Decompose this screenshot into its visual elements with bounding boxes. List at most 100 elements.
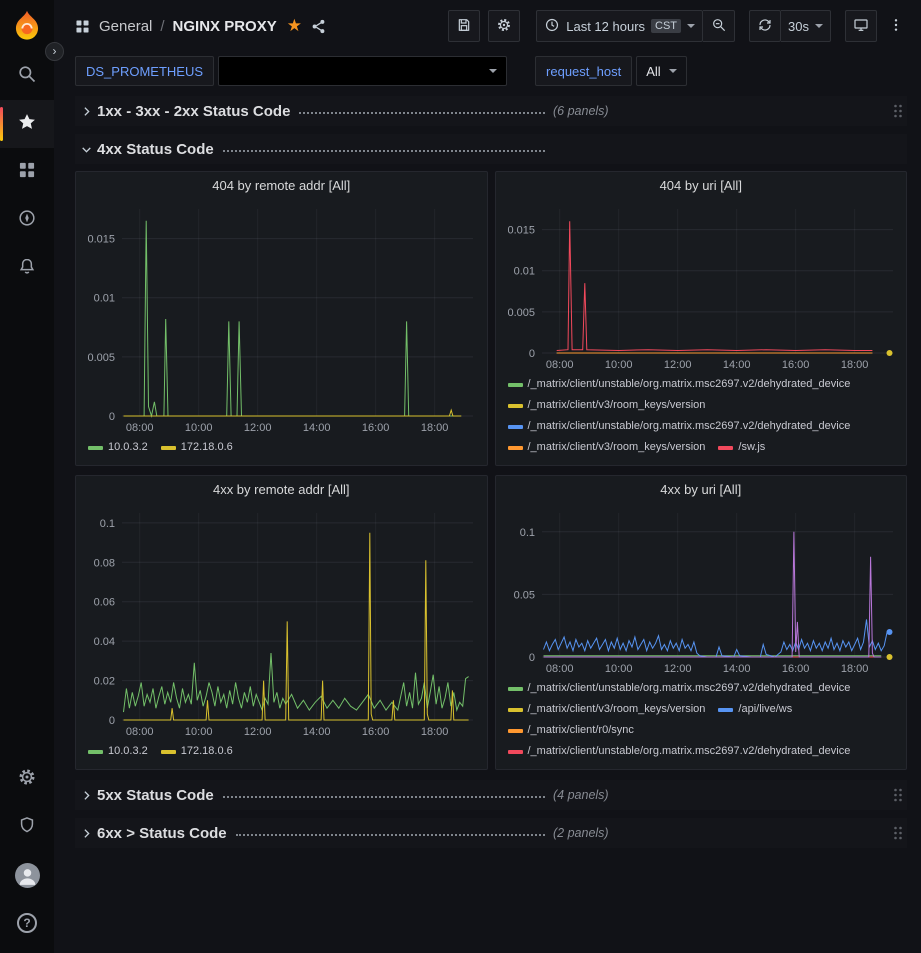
- svg-text:0.05: 0.05: [513, 589, 534, 601]
- dashboard-header: General / NGINX PROXY ★: [54, 0, 921, 52]
- sidebar-item-search[interactable]: [0, 52, 54, 100]
- legend-item[interactable]: /_matrix/client/unstable/org.matrix.msc2…: [508, 741, 851, 762]
- sidebar-item-starred[interactable]: [0, 100, 54, 148]
- chevron-down-icon: [687, 24, 695, 28]
- refresh-interval-select[interactable]: 30s: [781, 10, 831, 42]
- panel-title[interactable]: 4xx by uri [All]: [496, 476, 907, 503]
- legend-item[interactable]: /_matrix/client/unstable/org.matrix.msc2…: [508, 416, 851, 437]
- legend-item[interactable]: /_matrix/client/r0/sync: [508, 720, 634, 741]
- legend-label: 10.0.3.2: [108, 741, 148, 762]
- sidebar-item-explore[interactable]: [0, 196, 54, 244]
- variable-label-request-host[interactable]: request_host: [535, 56, 632, 86]
- svg-text:18:00: 18:00: [840, 663, 868, 675]
- row-title: 6xx > Status Code: [97, 825, 227, 842]
- favorite-star-icon[interactable]: ★: [287, 16, 302, 36]
- timeseries-chart[interactable]: 08:0010:0012:0014:0016:0018:0000.0050.01…: [76, 199, 487, 436]
- svg-text:16:00: 16:00: [781, 359, 809, 371]
- row-panel-count: (6 panels): [553, 104, 609, 118]
- row-header-5xx[interactable]: 5xx Status Code (4 panels): [75, 780, 907, 810]
- row-header-4xx[interactable]: 4xx Status Code: [75, 134, 907, 164]
- panel-404-by-remote-addr[interactable]: 404 by remote addr [All] 08:0010:0012:00…: [75, 171, 488, 466]
- drag-handle-icon[interactable]: [891, 824, 907, 842]
- panel-title[interactable]: 404 by remote addr [All]: [76, 172, 487, 199]
- row-title: 5xx Status Code: [97, 787, 214, 804]
- breadcrumb-dashboard-title[interactable]: NGINX PROXY: [173, 18, 277, 35]
- legend-marker-icon: [161, 750, 176, 754]
- legend-item[interactable]: /_matrix/client/unstable/org.matrix.msc2…: [508, 374, 851, 395]
- svg-text:18:00: 18:00: [840, 359, 868, 371]
- breadcrumb-section[interactable]: General: [99, 18, 152, 35]
- sidebar-item-alerting[interactable]: [0, 244, 54, 292]
- panel-title[interactable]: 4xx by remote addr [All]: [76, 476, 487, 503]
- panel-4xx-by-remote-addr[interactable]: 4xx by remote addr [All] 08:0010:0012:00…: [75, 475, 488, 770]
- drag-handle-icon[interactable]: [891, 102, 907, 120]
- legend-item[interactable]: /sw.js: [718, 437, 765, 458]
- sidebar-item-server-admin[interactable]: [0, 803, 54, 851]
- timezone-badge: CST: [651, 19, 681, 33]
- apps-icon[interactable]: [74, 18, 91, 35]
- request-host-value-text: All: [646, 64, 660, 79]
- share-icon[interactable]: [310, 18, 327, 35]
- timeseries-chart[interactable]: 08:0010:0012:0014:0016:0018:0000.050.1: [496, 503, 907, 677]
- legend-marker-icon: [88, 446, 103, 450]
- svg-text:12:00: 12:00: [244, 726, 272, 738]
- svg-text:10:00: 10:00: [604, 359, 632, 371]
- gear-icon: [17, 767, 37, 792]
- shield-icon: [17, 815, 37, 840]
- request-host-value-select[interactable]: All: [636, 56, 686, 86]
- legend-marker-icon: [508, 708, 523, 712]
- variable-label-datasource[interactable]: DS_PROMETHEUS: [75, 56, 214, 86]
- row-title: 1xx - 3xx - 2xx Status Code: [97, 103, 290, 120]
- tv-mode-button[interactable]: [845, 10, 877, 42]
- more-options-button[interactable]: [885, 10, 907, 42]
- row-header-6xx[interactable]: 6xx > Status Code (2 panels): [75, 818, 907, 848]
- row-header-1xx-3xx-2xx[interactable]: 1xx - 3xx - 2xx Status Code (6 panels): [75, 96, 907, 126]
- legend-item[interactable]: /api/live/ws: [718, 699, 792, 720]
- grafana-logo-icon[interactable]: [0, 0, 54, 52]
- legend-marker-icon: [718, 708, 733, 712]
- svg-text:14:00: 14:00: [722, 663, 750, 675]
- refresh-button[interactable]: [749, 10, 781, 42]
- time-range-picker[interactable]: Last 12 hours CST: [536, 10, 703, 42]
- legend-item[interactable]: 172.18.0.6: [161, 437, 233, 458]
- legend-label: 172.18.0.6: [181, 741, 233, 762]
- sidebar-item-dashboards[interactable]: [0, 148, 54, 196]
- legend-item[interactable]: /_matrix/client/v3/room_keys/version: [508, 437, 706, 458]
- svg-text:0.02: 0.02: [94, 676, 115, 688]
- panel-title[interactable]: 404 by uri [All]: [496, 172, 907, 199]
- datasource-value-select[interactable]: [218, 56, 507, 86]
- expand-sidebar-button[interactable]: ›: [45, 42, 64, 61]
- row-dots: [236, 834, 545, 836]
- sidebar-item-help[interactable]: ?: [0, 899, 54, 947]
- refresh-icon: [757, 17, 773, 36]
- legend-item[interactable]: 10.0.3.2: [88, 741, 148, 762]
- legend-item[interactable]: 172.18.0.6: [161, 741, 233, 762]
- svg-text:0.1: 0.1: [100, 518, 115, 530]
- sidebar-item-configuration[interactable]: [0, 755, 54, 803]
- panel-4xx-by-uri[interactable]: 4xx by uri [All] 08:0010:0012:0014:0016:…: [495, 475, 908, 770]
- drag-handle-icon[interactable]: [891, 786, 907, 804]
- timeseries-chart[interactable]: 08:0010:0012:0014:0016:0018:0000.020.040…: [76, 503, 487, 740]
- sidebar-item-profile[interactable]: [0, 851, 54, 899]
- datasource-label-text: DS_PROMETHEUS: [86, 64, 203, 79]
- chart-legend: 10.0.3.2 172.18.0.6: [76, 436, 487, 465]
- zoom-out-button[interactable]: [703, 10, 735, 42]
- legend-item[interactable]: 10.0.3.2: [88, 437, 148, 458]
- svg-text:12:00: 12:00: [663, 663, 691, 675]
- avatar: [15, 863, 40, 888]
- timeseries-chart[interactable]: 08:0010:0012:0014:0016:0018:0000.0050.01…: [496, 199, 907, 373]
- legend-item[interactable]: /_matrix/client/unstable/org.matrix.msc2…: [508, 678, 851, 699]
- svg-text:0.04: 0.04: [94, 636, 115, 648]
- legend-item[interactable]: /_matrix/client/v3/room_keys/version: [508, 395, 706, 416]
- save-icon: [456, 17, 472, 36]
- svg-text:14:00: 14:00: [303, 422, 331, 434]
- svg-text:10:00: 10:00: [604, 663, 632, 675]
- legend-item[interactable]: /_matrix/client/v3/room_keys/version: [508, 699, 706, 720]
- save-dashboard-button[interactable]: [448, 10, 480, 42]
- svg-text:10:00: 10:00: [185, 422, 213, 434]
- dashboard-settings-button[interactable]: [488, 10, 520, 42]
- clock-icon: [544, 17, 560, 36]
- row-panel-count: (2 panels): [553, 826, 609, 840]
- legend-label: 10.0.3.2: [108, 437, 148, 458]
- panel-404-by-uri[interactable]: 404 by uri [All] 08:0010:0012:0014:0016:…: [495, 171, 908, 466]
